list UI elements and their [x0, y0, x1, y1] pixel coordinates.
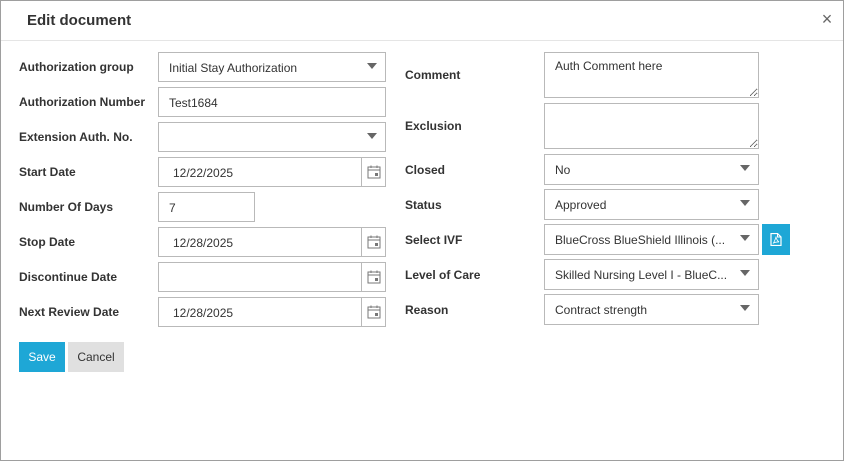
chevron-down-icon: [740, 270, 750, 276]
auth-number-value: Test1684: [169, 96, 218, 110]
ivf-value: BlueCross BlueShield Illinois (...: [555, 233, 726, 247]
status-select[interactable]: Approved: [544, 189, 759, 220]
chevron-down-icon: [740, 235, 750, 241]
discontinue-date-input[interactable]: [158, 262, 386, 292]
chevron-down-icon: [367, 63, 377, 69]
stop-date-label: Stop Date: [19, 235, 76, 249]
dialog-title: Edit document: [27, 12, 132, 29]
calendar-icon[interactable]: [361, 158, 385, 186]
pdf-view-button[interactable]: [762, 224, 790, 255]
num-days-value: 7: [169, 201, 176, 215]
next-review-label: Next Review Date: [19, 305, 120, 319]
closed-value: No: [555, 163, 571, 177]
chevron-down-icon: [740, 165, 750, 171]
auth-group-value: Initial Stay Authorization: [169, 61, 298, 75]
num-days-label: Number Of Days: [19, 200, 114, 214]
pdf-file-icon: [770, 233, 782, 246]
start-date-label: Start Date: [19, 165, 76, 179]
cancel-button[interactable]: Cancel: [68, 342, 124, 372]
reason-select[interactable]: Contract strength: [544, 294, 759, 325]
extension-label: Extension Auth. No.: [19, 130, 133, 144]
ivf-label: Select IVF: [405, 233, 463, 247]
closed-label: Closed: [405, 163, 446, 177]
auth-group-select[interactable]: Initial Stay Authorization: [158, 52, 386, 82]
chevron-down-icon: [740, 200, 750, 206]
chevron-down-icon: [740, 305, 750, 311]
dialog-header: Edit document ×: [1, 1, 843, 41]
status-label: Status: [405, 198, 442, 212]
edit-document-dialog: Edit document × Authorization group Init…: [0, 0, 844, 461]
auth-number-input[interactable]: Test1684: [158, 87, 386, 117]
start-date-input[interactable]: 12/22/2025: [158, 157, 386, 187]
level-of-care-select[interactable]: Skilled Nursing Level I - BlueC...: [544, 259, 759, 290]
exclusion-textarea[interactable]: [544, 103, 759, 149]
reason-label: Reason: [405, 303, 449, 317]
calendar-icon[interactable]: [361, 298, 385, 326]
comment-label: Comment: [405, 68, 461, 82]
discontinue-date-label: Discontinue Date: [19, 270, 118, 284]
level-of-care-value: Skilled Nursing Level I - BlueC...: [555, 268, 728, 282]
auth-number-label: Authorization Number: [19, 95, 145, 109]
next-review-input[interactable]: 12/28/2025: [158, 297, 386, 327]
reason-value: Contract strength: [555, 303, 648, 317]
num-days-input[interactable]: 7: [158, 192, 255, 222]
status-value: Approved: [555, 198, 607, 212]
extension-select[interactable]: [158, 122, 386, 152]
chevron-down-icon: [367, 133, 377, 139]
start-date-value: 12/22/2025: [173, 166, 234, 180]
save-button[interactable]: Save: [19, 342, 65, 372]
auth-group-label: Authorization group: [19, 60, 134, 74]
next-review-value: 12/28/2025: [173, 306, 234, 320]
close-icon[interactable]: ×: [819, 10, 835, 28]
stop-date-input[interactable]: 12/28/2025: [158, 227, 386, 257]
calendar-icon[interactable]: [361, 228, 385, 256]
calendar-icon[interactable]: [361, 263, 385, 291]
ivf-select[interactable]: BlueCross BlueShield Illinois (...: [544, 224, 759, 255]
comment-textarea[interactable]: Auth Comment here: [544, 52, 759, 98]
stop-date-value: 12/28/2025: [173, 236, 234, 250]
closed-select[interactable]: No: [544, 154, 759, 185]
exclusion-label: Exclusion: [405, 119, 462, 133]
level-of-care-label: Level of Care: [405, 268, 481, 282]
